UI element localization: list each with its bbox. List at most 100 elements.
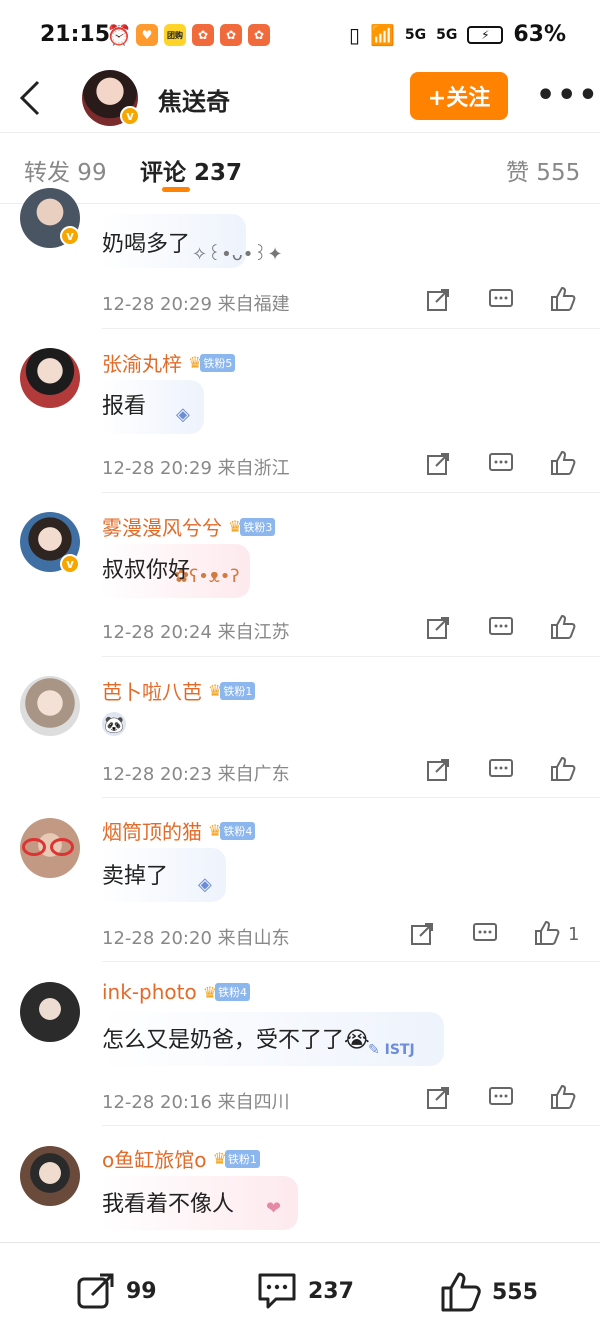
verified-badge-icon: v bbox=[60, 554, 80, 574]
comment-text: 我看着不像人 bbox=[102, 1192, 235, 1217]
system-status: ▯ 📶 5G 5G ⚡ 63% bbox=[349, 22, 566, 47]
avatar[interactable] bbox=[20, 1146, 80, 1206]
fan-level: 铁粉4 bbox=[220, 821, 256, 840]
panda-emoji-icon: 🐼 bbox=[102, 712, 126, 736]
comment-meta: 12-28 20:24 来自江苏 bbox=[102, 618, 290, 644]
like-icon[interactable] bbox=[550, 1084, 576, 1110]
like-icon[interactable] bbox=[534, 920, 560, 946]
avatar[interactable] bbox=[20, 348, 80, 408]
share-icon[interactable] bbox=[426, 452, 450, 476]
comment-location: 来自四川 bbox=[217, 1092, 290, 1113]
like-count: 1 bbox=[568, 924, 580, 945]
comment-time: 12-28 20:29 bbox=[102, 458, 212, 479]
comment-text: 怎么又是奶爸，受不了了😭 bbox=[102, 1028, 370, 1053]
comment-location: 来自福建 bbox=[217, 294, 290, 315]
commenter-name[interactable]: 雾漫漫风兮兮 ♛ 铁粉3 bbox=[102, 512, 276, 541]
diamond-sticker-icon: ◈ bbox=[176, 404, 190, 425]
like-icon[interactable] bbox=[550, 286, 576, 312]
fan-level: 铁粉3 bbox=[240, 517, 276, 536]
fan-level: 铁粉4 bbox=[215, 983, 251, 1001]
fan-badge: ♛ 铁粉1 bbox=[212, 1149, 260, 1168]
tab-bar: 转发 99 评论 237 赞 555 bbox=[0, 132, 600, 204]
heart-sticker-icon: ❤ bbox=[266, 1198, 282, 1219]
fan-badge: ♛ 铁粉4 bbox=[208, 821, 256, 840]
comment-meta: 12-28 20:29 来自福建 bbox=[102, 290, 290, 316]
commenter-name[interactable]: ink-photo ♛ 铁粉4 bbox=[102, 980, 251, 1004]
red-app-icon-3: ✿ bbox=[248, 24, 270, 46]
fan-badge: ♛ 铁粉1 bbox=[208, 681, 256, 700]
fan-level: 铁粉1 bbox=[220, 681, 256, 700]
user-name[interactable]: 焦送奇 bbox=[158, 82, 230, 117]
diamond-sticker-icon: ◈ bbox=[198, 874, 212, 895]
like-icon[interactable] bbox=[550, 614, 576, 640]
alarm-icon: ⏰ bbox=[106, 23, 132, 47]
comment-time: 12-28 20:29 bbox=[102, 294, 212, 315]
red-app-icon: ✿ bbox=[192, 24, 214, 46]
reply-icon[interactable] bbox=[488, 616, 514, 640]
active-tab-indicator bbox=[162, 187, 190, 192]
reply-icon[interactable] bbox=[488, 1086, 514, 1110]
share-icon[interactable] bbox=[426, 758, 450, 782]
vibrate-icon: ▯ bbox=[348, 22, 360, 47]
avatar[interactable] bbox=[20, 982, 80, 1042]
wifi-icon: 📶 bbox=[369, 22, 395, 47]
share-icon[interactable] bbox=[410, 922, 434, 946]
heart-app-icon: ♥ bbox=[136, 24, 158, 46]
glasses-icon bbox=[22, 838, 78, 856]
reply-icon[interactable] bbox=[488, 758, 514, 782]
signal-label-1: 5G bbox=[404, 26, 427, 43]
commenter-name-text[interactable]: ink-photo bbox=[102, 980, 197, 1004]
thumbs-up-icon bbox=[440, 1271, 482, 1313]
share-icon[interactable] bbox=[426, 1086, 450, 1110]
commenter-name[interactable]: 张渝丸梓 ♛ 铁粉5 bbox=[102, 348, 236, 377]
like-icon[interactable] bbox=[550, 450, 576, 476]
share-icon[interactable] bbox=[426, 616, 450, 640]
back-icon[interactable] bbox=[18, 78, 42, 118]
commenter-name[interactable]: o鱼缸旅馆o ♛ 铁粉1 bbox=[102, 1144, 260, 1173]
header: v 焦送奇 +关注 ••• bbox=[0, 70, 600, 132]
istj-sticker-icon: ✎ ISTJ bbox=[368, 1042, 415, 1058]
bubble-sticker-icon: ✧꒰•ᴗ•꒱✦ bbox=[192, 244, 283, 265]
commenter-name-text[interactable]: o鱼缸旅馆o bbox=[102, 1144, 206, 1173]
avatar[interactable] bbox=[20, 676, 80, 736]
comment-text: 卖掉了 bbox=[102, 864, 169, 889]
comment-item: v ✧꒰•ᴗ•꒱✦ 奶喝多了 12-28 20:29 来自福建 bbox=[0, 188, 600, 330]
verified-badge-icon: v bbox=[120, 106, 140, 126]
comment-meta: 12-28 20:20 来自山东 bbox=[102, 924, 290, 950]
tab-comments[interactable]: 评论 237 bbox=[140, 153, 242, 187]
comment-time: 12-28 20:23 bbox=[102, 764, 212, 785]
fan-level: 铁粉1 bbox=[224, 1149, 260, 1168]
signal-label-2: 5G bbox=[436, 26, 458, 43]
comment-item: v 雾漫漫风兮兮 ♛ 铁粉3 ✿ʕ•ᴥ•ʔ 叔叔你好 12-28 20:24 来自江… bbox=[0, 494, 600, 658]
repost-button[interactable]: 99 bbox=[76, 1271, 157, 1311]
verified-badge-icon: v bbox=[60, 226, 80, 246]
bottom-action-bar: 99 237 555 bbox=[0, 1242, 600, 1333]
reply-icon[interactable] bbox=[488, 452, 514, 476]
clock: 21:15 bbox=[40, 22, 111, 47]
comment-meta: 12-28 20:16 来自四川 bbox=[102, 1088, 290, 1114]
reply-icon[interactable] bbox=[472, 922, 498, 946]
tab-likes[interactable]: 赞 555 bbox=[506, 153, 580, 187]
commenter-name[interactable]: 芭卜啦八芭 ♛ 铁粉1 bbox=[102, 676, 256, 705]
commenter-name-text[interactable]: 烟筒顶的猫 bbox=[102, 816, 202, 845]
more-options-icon[interactable]: ••• bbox=[536, 78, 600, 113]
fan-badge: ♛ 铁粉5 bbox=[188, 353, 236, 372]
battery-icon: ⚡ bbox=[467, 25, 504, 44]
commenter-name-text[interactable]: 雾漫漫风兮兮 bbox=[102, 512, 222, 541]
commenter-name-text[interactable]: 芭卜啦八芭 bbox=[102, 676, 202, 705]
follow-button[interactable]: +关注 bbox=[410, 72, 508, 120]
comment-time: 12-28 20:20 bbox=[102, 928, 212, 949]
tab-reposts[interactable]: 转发 99 bbox=[24, 153, 107, 187]
reply-icon[interactable] bbox=[488, 288, 514, 312]
comment-item: 烟筒顶的猫 ♛ 铁粉4 ◈ 卖掉了 12-28 20:20 来自山东 1 bbox=[0, 798, 600, 962]
commenter-name[interactable]: 烟筒顶的猫 ♛ 铁粉4 bbox=[102, 816, 256, 845]
like-icon[interactable] bbox=[550, 756, 576, 782]
like-button[interactable]: 555 bbox=[440, 1271, 538, 1313]
comment-button[interactable]: 237 bbox=[256, 1271, 354, 1311]
comment-item: ink-photo ♛ 铁粉4 ✎ ISTJ 怎么又是奶爸，受不了了😭 12-28 … bbox=[0, 962, 600, 1126]
like-count: 555 bbox=[492, 1279, 538, 1305]
share-icon[interactable] bbox=[426, 288, 450, 312]
notification-icons: ⏰ ♥ 团购 ✿ ✿ ✿ bbox=[106, 23, 270, 47]
comment-location: 来自浙江 bbox=[217, 458, 290, 479]
commenter-name-text[interactable]: 张渝丸梓 bbox=[102, 348, 182, 377]
